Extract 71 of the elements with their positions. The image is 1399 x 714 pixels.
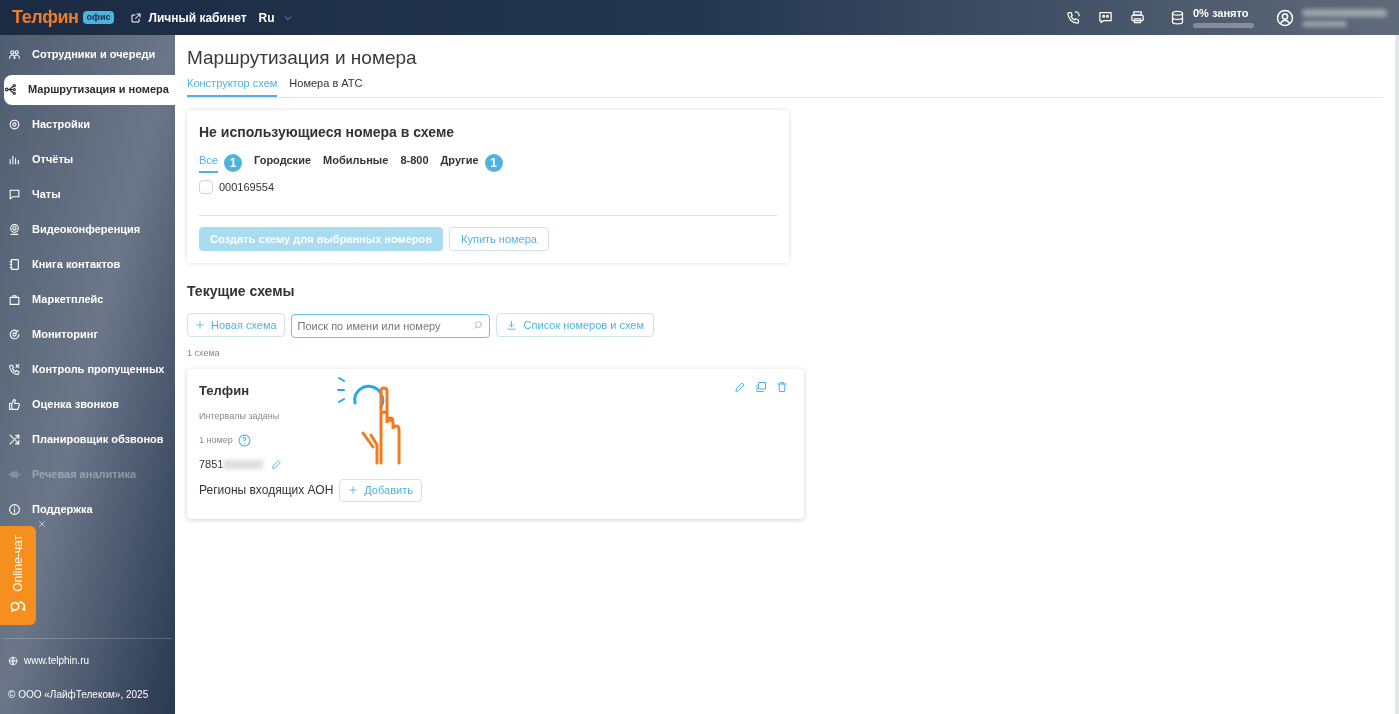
bars-icon [8, 153, 21, 166]
section-title: Текущие схемы [187, 282, 296, 302]
card-title: Не использующиеся номера в схеме [199, 123, 456, 143]
checkbox[interactable] [199, 180, 213, 194]
sidebar-item[interactable]: Маршрутизация и номера [4, 74, 175, 105]
sidebar-item[interactable]: Оценка звонков [0, 389, 175, 420]
storage-bar [1193, 22, 1254, 28]
logo[interactable]: Телфин [12, 4, 79, 31]
database-icon[interactable] [1170, 10, 1185, 25]
globe-icon [8, 655, 18, 666]
intervals-status: Интервалы заданы [199, 410, 281, 424]
voicemail-icon[interactable] [1098, 10, 1113, 25]
tab[interactable]: Номера в АТС [289, 74, 363, 98]
external-link-icon [130, 11, 143, 24]
wave-icon [8, 468, 21, 481]
sidebar-item[interactable]: Планировщик обзвонов [0, 424, 175, 455]
help-icon[interactable] [237, 434, 251, 447]
sidebar-item[interactable]: Чаты [0, 179, 175, 210]
download-icon [505, 319, 517, 331]
search-icon [472, 320, 483, 331]
filter-tab[interactable]: Городские [253, 152, 311, 173]
blurred-account [1302, 20, 1347, 27]
gauge-icon [8, 328, 21, 341]
regions-label: Регионы входящих АОН [199, 482, 334, 500]
sidebar-item[interactable]: Контроль пропущенных [0, 354, 175, 385]
close-icon[interactable] [37, 519, 47, 529]
delete-icon[interactable] [776, 380, 788, 393]
sidebar-item[interactable]: Отчёты [0, 144, 175, 175]
page-title: Маршрутизация и номера [187, 46, 418, 70]
sidebar-item[interactable]: Настройки [0, 109, 175, 140]
printer-icon[interactable] [1130, 10, 1145, 25]
people-icon [8, 48, 21, 61]
scheme-count: 1 схема [187, 347, 221, 361]
blurred-digits [223, 460, 264, 469]
storage-label: 0% занято [1193, 7, 1250, 19]
filter-tab[interactable]: 8-800 [400, 152, 429, 173]
number-label: 000169554 [219, 179, 275, 195]
sidebar-item[interactable]: Поддержка [0, 494, 175, 525]
sidebar-item[interactable]: Сотрудники и очереди [0, 39, 175, 70]
info-icon [8, 503, 21, 516]
plus-icon [348, 485, 359, 496]
copy-icon[interactable] [755, 380, 767, 393]
count-badge: 1 [223, 153, 242, 172]
website-link[interactable]: www.telphin.ru [24, 653, 90, 668]
copyright: © ООО «ЛайфТелеком», 2025 [7, 688, 150, 702]
phone-icon[interactable] [1066, 10, 1081, 25]
sidebar-item[interactable]: Видеоконференция [0, 214, 175, 245]
webcam-icon [8, 223, 21, 236]
user-icon[interactable] [1276, 8, 1294, 27]
chat-icon [8, 188, 21, 201]
logo-badge: офис [82, 10, 115, 25]
language-selector[interactable]: Ru [258, 8, 293, 27]
phone-number: 7851 [199, 457, 224, 473]
missed-icon [8, 363, 21, 376]
numbers-count: 1 номер [199, 433, 233, 447]
bag-icon [8, 293, 21, 306]
edit-icon[interactable] [734, 380, 746, 393]
sidebar-item[interactable]: Книга контактов [0, 249, 175, 280]
thumb-icon [8, 398, 21, 411]
plus-icon [195, 320, 205, 331]
count-badge: 1 [484, 153, 503, 172]
filter-tab[interactable]: Мобильные [323, 152, 389, 173]
sidebar-item[interactable]: Мониторинг [0, 319, 175, 350]
sidebar-item[interactable]: Маркетплейс [0, 284, 175, 315]
edit-icon[interactable] [271, 459, 283, 470]
cabinet-link[interactable]: Личный кабинет [148, 8, 247, 27]
scheme-name: Телфин [199, 381, 249, 400]
filter-tab[interactable]: Другие [440, 152, 479, 173]
shuffle-icon [8, 433, 21, 446]
book-icon [8, 258, 21, 271]
search-field[interactable]: Поиск по имени или номеру [290, 314, 490, 339]
